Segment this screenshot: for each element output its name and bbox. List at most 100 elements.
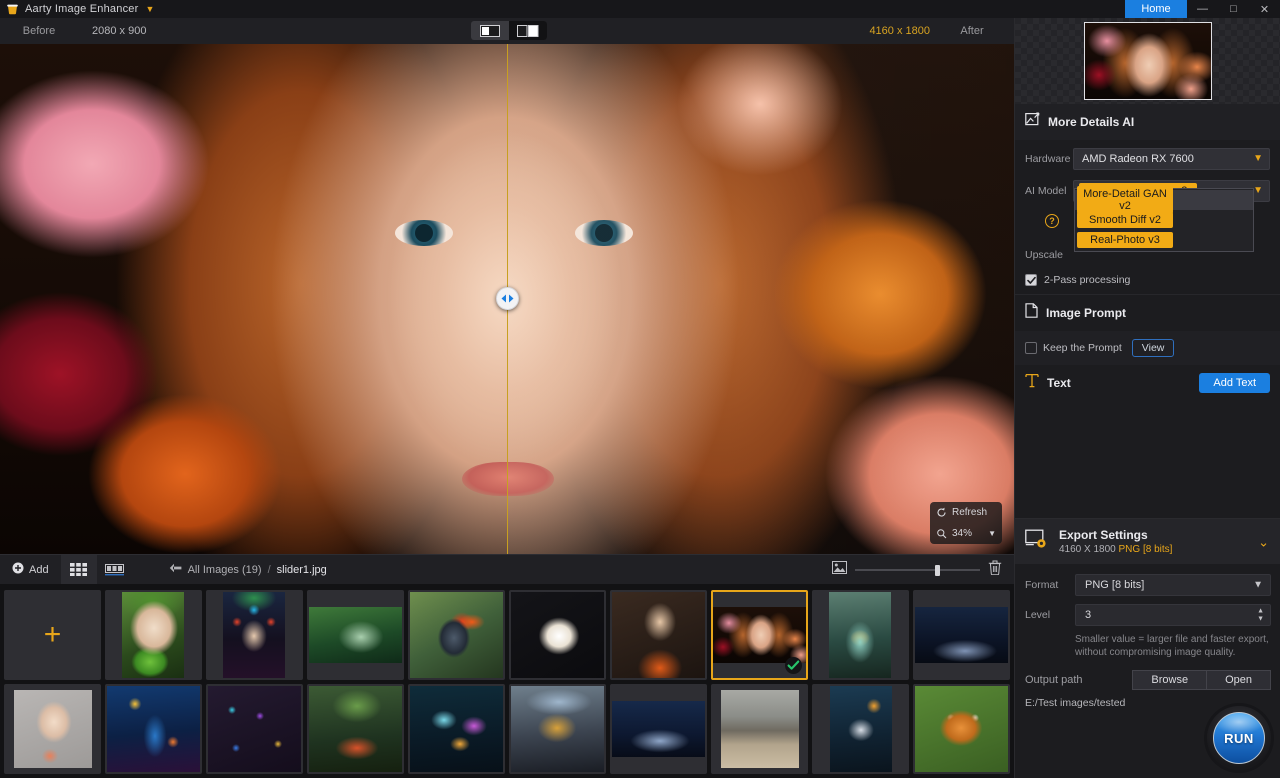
title-bar: Aarty Image Enhancer ▼ Home — □ ✕ bbox=[0, 0, 1280, 18]
before-dimensions: 2080 x 900 bbox=[78, 25, 146, 37]
thumb-tribal-portrait[interactable] bbox=[206, 590, 303, 680]
thumb-white-flower[interactable] bbox=[509, 590, 606, 680]
right-panel: More Details AI Hardware AMD Radeon RX 7… bbox=[1014, 18, 1280, 778]
thumb-beach-sitter[interactable] bbox=[711, 684, 808, 774]
level-label: Level bbox=[1025, 609, 1075, 621]
two-pass-row[interactable]: 2-Pass processing bbox=[1025, 274, 1270, 286]
run-button[interactable]: RUN bbox=[1213, 712, 1265, 764]
home-button[interactable]: Home bbox=[1125, 0, 1187, 18]
breadcrumb-separator: / bbox=[268, 564, 271, 576]
thumb-greenhouse[interactable] bbox=[307, 684, 404, 774]
side-by-side-view-icon[interactable] bbox=[509, 21, 547, 40]
thumb-blue-fantasy[interactable] bbox=[105, 684, 202, 774]
hardware-value: AMD Radeon RX 7600 bbox=[1082, 153, 1194, 165]
two-pass-checkbox[interactable] bbox=[1025, 274, 1037, 286]
split-drag-handle-icon[interactable] bbox=[496, 287, 519, 310]
zoom-controls: Refresh 34% ▼ bbox=[930, 502, 1002, 544]
thumb-game-icons[interactable] bbox=[206, 684, 303, 774]
navigator-preview[interactable] bbox=[1015, 18, 1280, 104]
hardware-select[interactable]: AMD Radeon RX 7600 ▼ bbox=[1073, 148, 1270, 170]
thumb-toucan[interactable] bbox=[408, 590, 505, 680]
trash-icon[interactable] bbox=[988, 560, 1002, 580]
refresh-icon bbox=[936, 507, 947, 518]
thumb-astronaut[interactable] bbox=[812, 684, 909, 774]
ai-model-option-0[interactable]: More-Detail GAN v2 bbox=[1075, 190, 1253, 210]
format-select[interactable]: PNG [8 bits] ▼ bbox=[1075, 574, 1271, 596]
zoom-fit-icon bbox=[936, 528, 947, 539]
ai-model-option-label: Real-Photo v3 bbox=[1077, 232, 1173, 248]
format-label: Format bbox=[1025, 579, 1075, 591]
stepper-up-icon[interactable]: ▲ bbox=[1257, 608, 1264, 615]
thumb-forest-girl-frog[interactable] bbox=[105, 590, 202, 680]
breadcrumb[interactable]: All Images (19) / slider1.jpg bbox=[169, 563, 327, 576]
refresh-button[interactable]: Refresh bbox=[930, 502, 1002, 523]
text-tool-icon bbox=[1025, 373, 1039, 393]
after-dimensions: 4160 x 1800 bbox=[855, 25, 930, 37]
export-header[interactable]: Export Settings 4160 X 1800 PNG [8 bits]… bbox=[1015, 519, 1280, 564]
ai-model-option-label: More-Detail GAN v2 bbox=[1077, 186, 1173, 214]
image-viewer[interactable]: Refresh 34% ▼ bbox=[0, 44, 1014, 554]
image-size-icon[interactable] bbox=[832, 561, 847, 579]
more-details-icon bbox=[1025, 112, 1040, 132]
hardware-row: Hardware AMD Radeon RX 7600 ▼ bbox=[1025, 148, 1270, 170]
thumb-tiger[interactable] bbox=[913, 684, 1010, 774]
export-summary-format: PNG bbox=[1119, 544, 1141, 555]
upscale-label: Upscale bbox=[1025, 249, 1073, 261]
thumb-night-mountains[interactable] bbox=[913, 590, 1010, 680]
thumb-redhead-roses[interactable] bbox=[711, 590, 808, 680]
maximize-icon[interactable]: □ bbox=[1218, 0, 1249, 18]
output-path-label: Output path bbox=[1025, 674, 1132, 686]
minimize-icon[interactable]: — bbox=[1187, 0, 1218, 18]
ai-model-dropdown[interactable]: More-Detail GAN v2 Smooth Diff v2 Real-P… bbox=[1074, 188, 1254, 252]
filmstrip-toolbar-right bbox=[832, 555, 1014, 585]
format-row: Format PNG [8 bits] ▼ bbox=[1025, 574, 1271, 596]
thumbnail-size-slider[interactable] bbox=[855, 564, 980, 576]
grid-view-icon[interactable] bbox=[61, 555, 97, 585]
two-pass-label: 2-Pass processing bbox=[1044, 274, 1130, 286]
thumb-blonde-woman[interactable] bbox=[4, 684, 101, 774]
browse-button[interactable]: Browse bbox=[1132, 670, 1207, 690]
ai-model-option-1[interactable]: Smooth Diff v2 bbox=[1075, 210, 1253, 230]
chevron-down-icon[interactable]: ▼ bbox=[988, 529, 996, 538]
level-input[interactable]: 3 ▲ ▼ bbox=[1075, 604, 1271, 626]
filmstrip-view-icon[interactable] bbox=[97, 555, 133, 585]
viewer-toolbar: Before 2080 x 900 4160 x 1800 After bbox=[0, 18, 1014, 44]
lips bbox=[462, 462, 554, 496]
level-hint-line2: without compromising image quality. bbox=[1075, 645, 1271, 660]
breadcrumb-root[interactable]: All Images (19) bbox=[188, 564, 262, 576]
text-header: Text Add Text bbox=[1015, 365, 1280, 401]
thumb-blue-peaks[interactable] bbox=[610, 684, 707, 774]
window-controls: Home — □ ✕ bbox=[1125, 0, 1280, 18]
close-icon[interactable]: ✕ bbox=[1249, 0, 1280, 18]
thumb-terrarium-jar[interactable] bbox=[812, 590, 909, 680]
chevron-down-icon: ▼ bbox=[1253, 580, 1263, 591]
export-settings-icon bbox=[1025, 529, 1049, 554]
add-text-button[interactable]: Add Text bbox=[1199, 373, 1270, 393]
keep-prompt-checkbox[interactable] bbox=[1025, 342, 1037, 354]
thumb-steam-wagon[interactable] bbox=[509, 684, 606, 774]
level-stepper[interactable]: ▲ ▼ bbox=[1257, 608, 1264, 623]
before-label: Before bbox=[0, 25, 78, 37]
filmstrip-row bbox=[4, 684, 1010, 774]
filmstrip[interactable]: + bbox=[0, 584, 1014, 778]
split-view-icon[interactable] bbox=[471, 21, 509, 40]
add-images-button[interactable]: Add bbox=[0, 555, 61, 585]
view-prompt-button[interactable]: View bbox=[1132, 339, 1175, 357]
add-tile[interactable]: + bbox=[4, 590, 101, 680]
ai-model-option-label: Smooth Diff v2 bbox=[1077, 212, 1173, 228]
app-window: Aarty Image Enhancer ▼ Home — □ ✕ Before… bbox=[0, 0, 1280, 778]
chevron-double-down-icon[interactable]: ⌄ bbox=[1258, 535, 1269, 548]
app-title: Aarty Image Enhancer bbox=[25, 3, 138, 15]
zoom-level-control[interactable]: 34% ▼ bbox=[930, 523, 1002, 544]
zoom-level-value: 34% bbox=[952, 528, 972, 539]
open-button[interactable]: Open bbox=[1207, 670, 1271, 690]
thumb-jungle-river[interactable] bbox=[307, 590, 404, 680]
chevron-down-icon[interactable]: ▼ bbox=[145, 5, 154, 14]
chevron-down-icon: ▼ bbox=[1253, 154, 1263, 164]
ai-model-option-2[interactable]: Real-Photo v3 bbox=[1075, 230, 1253, 250]
thumb-elder-man[interactable] bbox=[610, 590, 707, 680]
help-icon[interactable]: ? bbox=[1045, 214, 1059, 228]
arrow-left-icon[interactable] bbox=[169, 563, 182, 576]
stepper-down-icon[interactable]: ▼ bbox=[1257, 616, 1264, 623]
thumb-glow-mushrooms[interactable] bbox=[408, 684, 505, 774]
